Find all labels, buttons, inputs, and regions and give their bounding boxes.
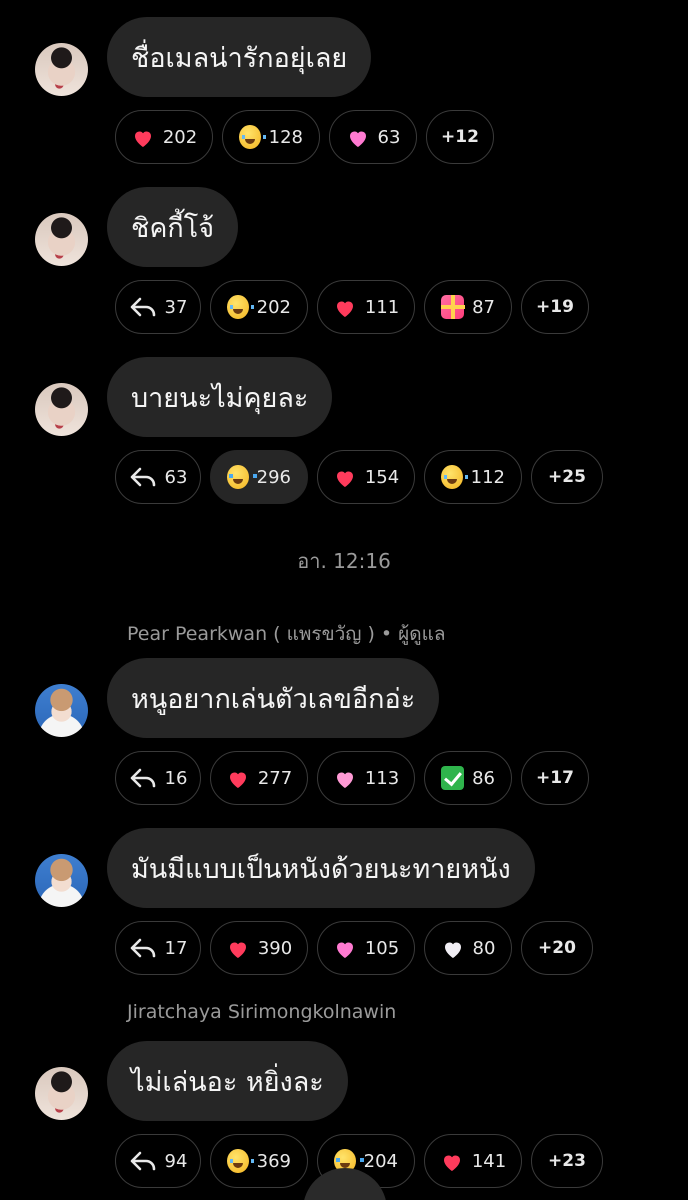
reaction-pill[interactable]: 154 xyxy=(317,450,415,504)
reaction-pill[interactable]: 105 xyxy=(317,921,415,975)
reply-count-button[interactable]: 37 xyxy=(115,280,201,334)
reply-icon xyxy=(129,767,157,789)
avatar[interactable] xyxy=(35,383,88,436)
avatar[interactable] xyxy=(35,43,88,96)
message-bubble[interactable]: หนูอยากเล่นตัวเลขอีกอ่ะ xyxy=(107,658,440,738)
red-heart-icon xyxy=(333,296,357,320)
timestamp-separator: อา. 12:16 xyxy=(297,549,391,573)
reaction-pill[interactable]: 87 xyxy=(424,280,512,334)
white-heart-icon xyxy=(441,937,465,961)
reply-icon xyxy=(129,1150,157,1172)
reply-count-button[interactable]: 17 xyxy=(115,921,201,975)
crying-face-icon xyxy=(227,465,257,489)
reaction-row: 16 277 113 86 +17 xyxy=(115,751,589,805)
more-reactions-button[interactable]: +25 xyxy=(531,450,603,504)
more-reactions-button[interactable]: +12 xyxy=(426,110,494,164)
reaction-pill[interactable]: 86 xyxy=(424,751,512,805)
more-reactions-button[interactable]: +17 xyxy=(521,751,589,805)
more-reactions-button[interactable]: +23 xyxy=(531,1134,603,1188)
sender-name: Jiratchaya Sirimongkolnawin xyxy=(127,1001,397,1023)
reaction-pill[interactable]: 113 xyxy=(317,751,415,805)
red-heart-icon xyxy=(226,937,250,961)
reply-icon xyxy=(129,466,157,488)
avatar[interactable] xyxy=(35,213,88,266)
pink-heart-icon xyxy=(346,126,370,150)
grinning-squint-face-icon xyxy=(239,125,266,149)
reply-count-button[interactable]: 94 xyxy=(115,1134,201,1188)
avatar[interactable] xyxy=(35,1067,88,1120)
reaction-row: 17 390 105 80 +20 xyxy=(115,921,593,975)
reaction-pill[interactable]: 202 xyxy=(115,110,213,164)
reaction-pill[interactable]: 128 xyxy=(222,110,320,164)
reply-count-button[interactable]: 63 xyxy=(115,450,201,504)
reaction-pill[interactable]: 390 xyxy=(210,921,308,975)
red-heart-icon xyxy=(440,1150,464,1174)
more-reactions-button[interactable]: +19 xyxy=(521,280,589,334)
reaction-pill[interactable]: 277 xyxy=(210,751,308,805)
sender-name: Pear Pearkwan ( แพรขวัญ ) • ผู้ดูแล xyxy=(127,623,446,645)
message-bubble[interactable]: ชิคกี้โจ้ xyxy=(107,187,239,267)
reaction-pill[interactable]: 112 xyxy=(424,450,522,504)
avatar[interactable] xyxy=(35,854,88,907)
more-reactions-button[interactable]: +20 xyxy=(521,921,593,975)
reaction-row: 63 296 154 112 +25 xyxy=(115,450,603,504)
reply-icon xyxy=(129,937,157,959)
reaction-row: 202 128 63 +12 xyxy=(115,110,494,164)
reaction-pill[interactable]: 202 xyxy=(210,280,308,334)
heart-with-ribbon-icon xyxy=(441,295,466,319)
reaction-pill-selected[interactable]: 296 xyxy=(210,450,308,504)
red-heart-icon xyxy=(226,767,250,791)
check-mark-button-icon xyxy=(441,766,465,790)
pink-heart-icon xyxy=(333,767,357,791)
reaction-pill[interactable]: 141 xyxy=(424,1134,522,1188)
avatar[interactable] xyxy=(35,684,88,737)
reply-icon xyxy=(129,296,157,318)
tears-of-joy-face-icon xyxy=(227,295,254,319)
message-bubble[interactable]: บายนะไม่คุยละ xyxy=(107,357,333,437)
reply-count-button[interactable]: 16 xyxy=(115,751,201,805)
message-bubble[interactable]: ชื่อเมลน่ารักอยุ่เลย xyxy=(107,17,372,97)
message-bubble[interactable]: ไม่เล่นอะ หยิ่งละ xyxy=(107,1041,348,1121)
reaction-pill[interactable]: 369 xyxy=(210,1134,308,1188)
reaction-row: 37 202 111 87 +19 xyxy=(115,280,589,334)
pink-heart-icon xyxy=(333,937,357,961)
message-bubble[interactable]: มันมีแบบเป็นหนังด้วยนะทายหนัง xyxy=(107,828,535,908)
tears-of-joy-face-icon xyxy=(441,465,468,489)
reaction-pill[interactable]: 80 xyxy=(424,921,512,975)
red-heart-icon xyxy=(131,126,155,150)
reaction-pill[interactable]: 111 xyxy=(317,280,415,334)
red-heart-icon xyxy=(333,466,357,490)
reaction-pill[interactable]: 63 xyxy=(329,110,417,164)
tears-of-joy-face-icon xyxy=(227,1149,254,1173)
